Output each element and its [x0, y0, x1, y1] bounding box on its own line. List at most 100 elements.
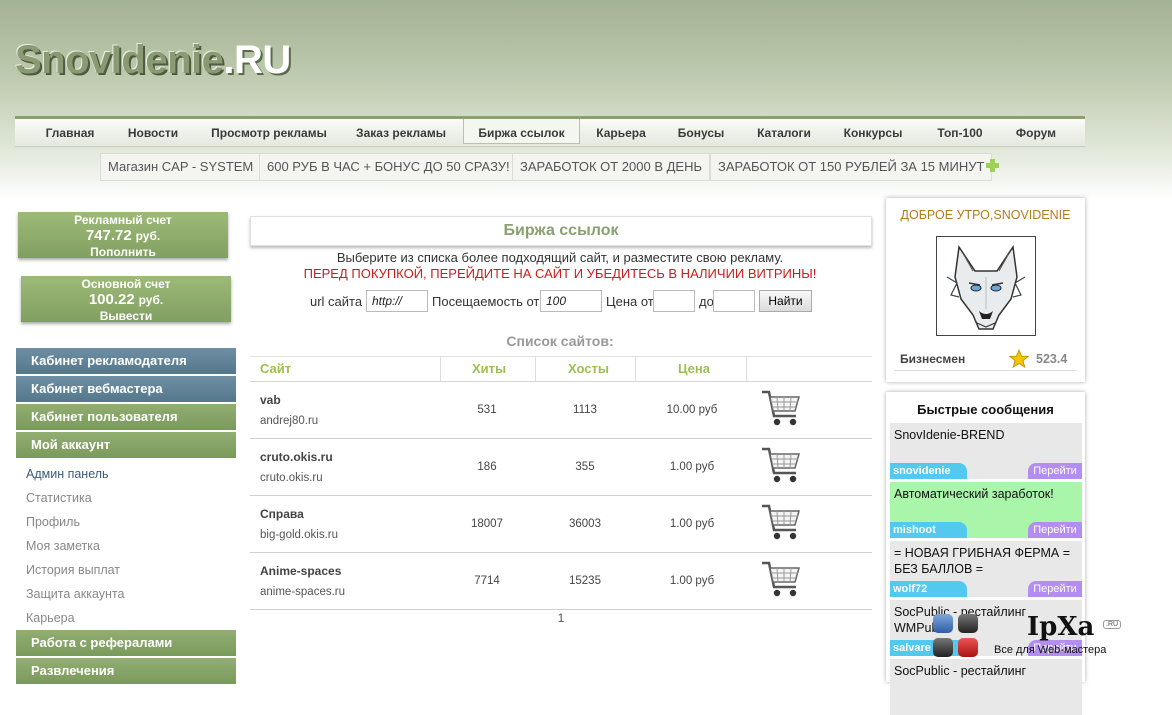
nav-catalogs[interactable]: Каталоги	[749, 119, 819, 144]
user-status: Бизнесмен	[900, 352, 966, 366]
ad-link[interactable]: 600 РУБ В ЧАС + БОНУС ДО 50 СРАЗУ!	[259, 153, 518, 181]
message-item: SnovIdenie-BREND snovidenie Перейти	[890, 423, 1082, 479]
col-hits: Хиты	[472, 361, 507, 376]
message-text: Автоматический заработок!	[894, 487, 1054, 501]
price-from-label: Цена от	[606, 294, 654, 309]
site-hosts: 1113	[573, 404, 597, 416]
site-hosts: 355	[575, 461, 595, 473]
ad-account-title: Рекламный счет	[74, 213, 172, 227]
site-host[interactable]: anime-spaces.ru	[260, 586, 345, 598]
sidebar-item-career[interactable]: Карьера	[16, 606, 236, 630]
table-row: Anime-spaces anime-spaces.ru 7714 15235 …	[250, 553, 872, 610]
nav-link-exchange[interactable]: Биржа ссылок	[463, 119, 580, 144]
message-author[interactable]: snovidenie	[890, 463, 967, 479]
message-author[interactable]: wolf72	[890, 581, 967, 597]
sidebar-referrals[interactable]: Работа с рефералами	[16, 630, 236, 656]
message-text: SnovIdenie-BREND	[894, 428, 1005, 442]
site-hosts: 36003	[569, 518, 601, 530]
main-nav: Главная Новости Просмотр рекламы Заказ р…	[15, 116, 1085, 147]
withdraw-link[interactable]: Вывести	[21, 309, 231, 323]
star-icon	[1009, 349, 1029, 369]
sidebar-item-my-note[interactable]: Моя заметка	[16, 534, 236, 558]
visits-input[interactable]	[540, 290, 602, 312]
table-row: cruto.okis.ru cruto.okis.ru 186 355 1.00…	[250, 439, 872, 496]
nav-view-ads[interactable]: Просмотр рекламы	[203, 119, 335, 144]
sidebar-user-cabinet[interactable]: Кабинет пользователя	[16, 404, 236, 430]
nav-order-ads[interactable]: Заказ рекламы	[345, 119, 457, 144]
site-name[interactable]: Справа	[260, 507, 304, 521]
price-to-label: до	[699, 294, 714, 309]
nav-bonuses[interactable]: Бонусы	[671, 119, 731, 144]
add-ad-icon[interactable]	[986, 159, 999, 172]
find-button[interactable]: Найти	[759, 290, 812, 312]
url-input[interactable]	[366, 290, 428, 312]
site-name[interactable]: cruto.okis.ru	[260, 450, 333, 464]
message-text: SocPublic - рестайлинг	[894, 664, 1027, 678]
nav-contests[interactable]: Конкурсы	[837, 119, 909, 144]
cart-icon[interactable]	[760, 502, 802, 542]
sidebar-item-profile[interactable]: Профиль	[16, 510, 236, 534]
ad-account-box: Рекламный счет 747.72 руб. Пополнить	[18, 212, 228, 259]
message-item: = НОВАЯ ГРИБНАЯ ФЕРМА = БЕЗ БАЛЛОВ = wol…	[890, 541, 1082, 597]
avatar[interactable]	[936, 236, 1036, 336]
site-host[interactable]: andrej80.ru	[260, 415, 318, 427]
ad-link[interactable]: Магазин CAP - SYSTEM	[100, 153, 262, 181]
message-text: = НОВАЯ ГРИБНАЯ ФЕРМА = БЕЗ БАЛЛОВ =	[894, 546, 1071, 576]
site-hits: 186	[477, 461, 497, 473]
sidebar-menu: Кабинет рекламодателя Кабинет вебмастера…	[16, 348, 236, 686]
wolf-avatar-image	[937, 237, 1035, 335]
site-hosts: 15235	[569, 575, 601, 587]
nav-home[interactable]: Главная	[35, 119, 105, 144]
sidebar-item-statistics[interactable]: Статистика	[16, 486, 236, 510]
sidebar-item-payout-history[interactable]: История выплат	[16, 558, 236, 582]
greeting-text: ДОБРОЕ УТРО,SNOVIDENIE	[900, 208, 1071, 222]
message-go-button[interactable]: Перейти	[1028, 522, 1082, 538]
sidebar-my-account[interactable]: Мой аккаунт	[16, 432, 236, 458]
url-label: url сайта	[310, 294, 363, 309]
table-row: Справа big-gold.okis.ru 18007 36003 1.00…	[250, 496, 872, 553]
message-author[interactable]: mishoot	[890, 522, 967, 538]
site-hits: 7714	[474, 575, 500, 587]
site-name[interactable]: vab	[260, 393, 281, 407]
price-from-input[interactable]	[653, 290, 695, 312]
warning-text: ПЕРЕД ПОКУПКОЙ, ПЕРЕЙДИТЕ НА САЙТ И УБЕД…	[303, 266, 817, 281]
ad-link[interactable]: ЗАРАБОТОК ОТ 2000 В ДЕНЬ	[512, 153, 711, 181]
message-go-button[interactable]: Перейти	[1028, 581, 1082, 597]
table-row: vab andrej80.ru 531 1113 10.00 руб	[250, 382, 872, 439]
sidebar-item-admin-panel[interactable]: Админ панель	[16, 462, 236, 486]
nav-forum[interactable]: Форум	[1009, 119, 1063, 144]
site-price: 1.00 руб	[669, 518, 715, 530]
price-to-input[interactable]	[713, 290, 755, 312]
col-hosts: Хосты	[568, 361, 609, 376]
sidebar-webmaster-cabinet[interactable]: Кабинет вебмастера	[16, 376, 236, 402]
col-site: Сайт	[260, 361, 292, 376]
table-header: Сайт Хиты Хосты Цена	[250, 356, 872, 382]
nav-top100[interactable]: Топ-100	[927, 119, 993, 144]
site-logo[interactable]: SnovIdenie.RU	[15, 38, 291, 83]
sidebar-item-account-protection[interactable]: Защита аккаунта	[16, 582, 236, 606]
message-item: SocPublic - рестайлинг	[890, 659, 1082, 715]
ad-link[interactable]: ЗАРАБОТОК ОТ 150 РУБЛЕЙ ЗА 15 МИНУТ	[710, 153, 993, 181]
main-account-box: Основной счет 100.22 руб. Вывести	[21, 276, 231, 323]
message-go-button[interactable]: Перейти	[1028, 463, 1082, 479]
cart-icon[interactable]	[760, 445, 802, 485]
site-host[interactable]: cruto.okis.ru	[260, 472, 323, 484]
sites-table: Сайт Хиты Хосты Цена vab andrej80.ru 531…	[250, 356, 872, 610]
sidebar-advertiser-cabinet[interactable]: Кабинет рекламодателя	[16, 348, 236, 374]
visits-label: Посещаемость от	[432, 294, 540, 309]
cart-icon[interactable]	[760, 388, 802, 428]
pagination-page[interactable]: 1	[250, 611, 872, 625]
sidebar-entertainment[interactable]: Развлечения	[16, 658, 236, 684]
watermark-logo: IpXa .RU Все для Web-мастера	[993, 612, 1123, 662]
site-name[interactable]: Anime-spaces	[260, 564, 341, 578]
col-price: Цена	[678, 361, 710, 376]
cart-icon[interactable]	[760, 559, 802, 599]
topup-link[interactable]: Пополнить	[18, 245, 228, 259]
site-host[interactable]: big-gold.okis.ru	[260, 529, 338, 541]
site-price: 1.00 руб	[669, 575, 715, 587]
nav-news[interactable]: Новости	[118, 119, 188, 144]
nav-career[interactable]: Карьера	[588, 119, 654, 144]
main-account-title: Основной счет	[81, 277, 171, 291]
site-list-title: Список сайтов:	[506, 333, 614, 349]
site-price: 1.00 руб	[669, 461, 715, 473]
